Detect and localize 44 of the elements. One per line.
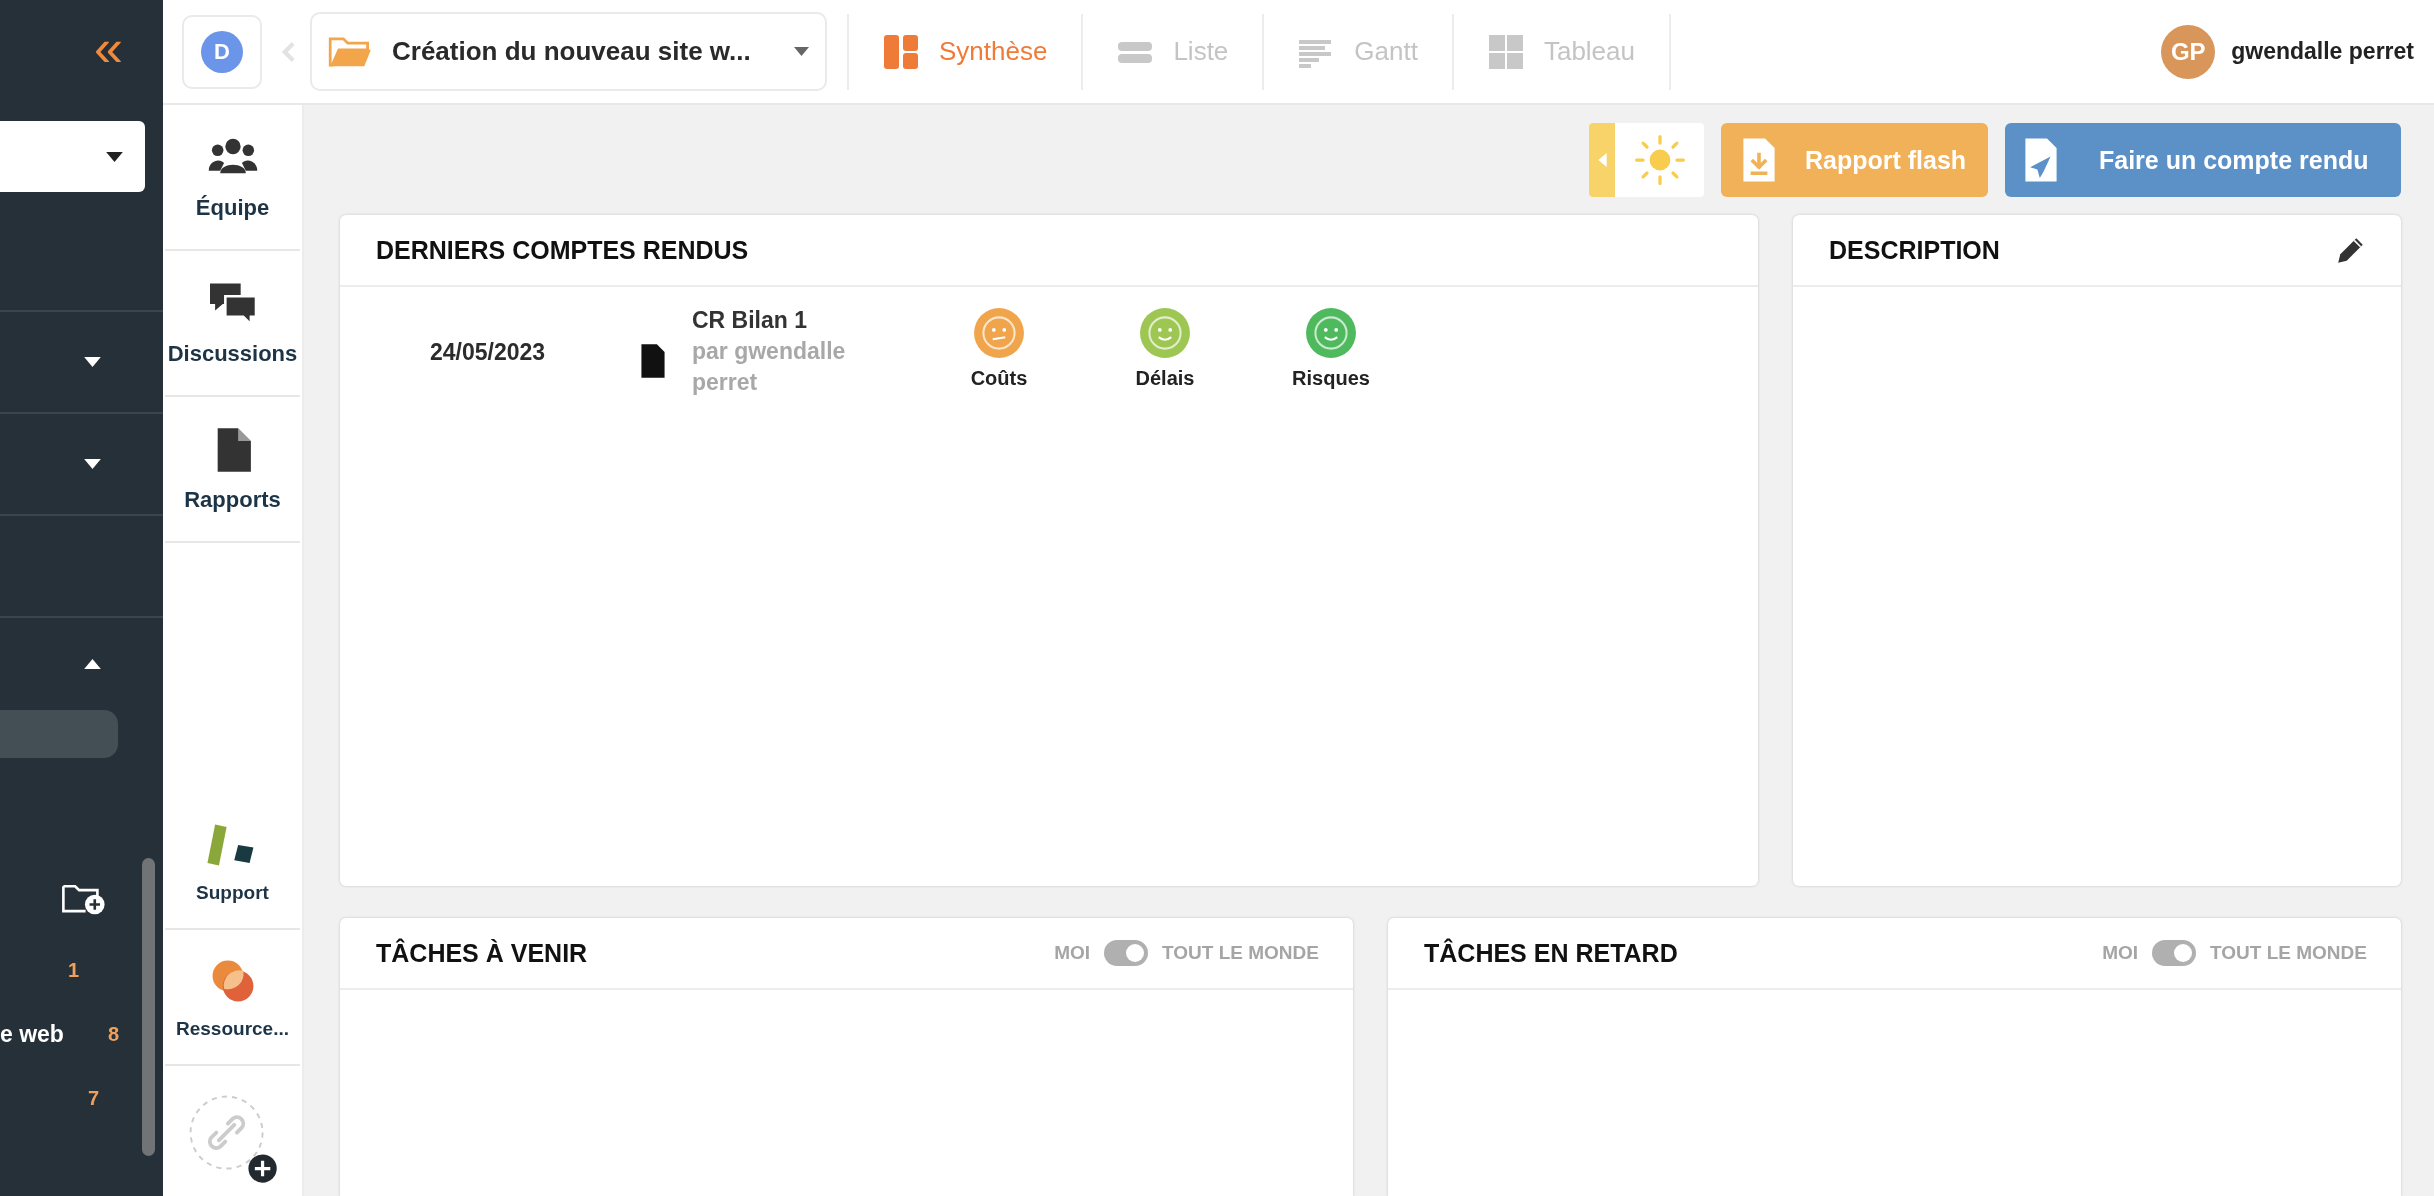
filter-dropdown[interactable] [0, 121, 145, 192]
card-title: DERNIERS COMPTES RENDUS [376, 235, 750, 265]
nav-item[interactable]: Discussions [165, 251, 300, 397]
caret-left-icon [1597, 153, 1607, 167]
task-count: 7 [88, 1086, 101, 1110]
send-document-icon [2023, 136, 2059, 184]
caret-down-icon [106, 151, 123, 162]
task-count: 1 [68, 958, 81, 982]
grid-icon [883, 33, 919, 70]
document-icon [640, 343, 666, 379]
nav-item[interactable]: Support [165, 794, 300, 930]
caret-down-icon [794, 47, 809, 56]
nav-item[interactable]: Équipe [165, 105, 300, 251]
toggle-label: MOI [2102, 942, 2139, 964]
grid-icon [1487, 33, 1524, 70]
card-title: TÂCHES EN RETARD [1424, 938, 1678, 968]
card-title: TÂCHES À VENIR [376, 938, 588, 968]
toggle-label: TOUT LE MONDE [2210, 942, 2367, 964]
sun-icon [1633, 134, 1686, 186]
user-name[interactable]: gwendalle perret [2231, 38, 2414, 65]
task-count: 8 [108, 1022, 121, 1046]
project-name[interactable]: e web [0, 1020, 64, 1048]
toggle-label: MOI [1054, 942, 1091, 964]
nav-item[interactable]: Rapports [165, 397, 300, 543]
indicator-label: Coûts [970, 367, 1028, 390]
report-name[interactable]: CR Bilan 1 [692, 307, 916, 334]
indicator-label: Délais [1135, 367, 1195, 390]
chevron-left-icon[interactable] [282, 39, 296, 64]
add-link-button[interactable] [187, 1094, 278, 1184]
project-dropdown[interactable]: Création du nouveau site w... [310, 12, 827, 91]
download-document-icon [1741, 136, 1777, 184]
nav-item[interactable]: Ressource... [165, 930, 300, 1066]
weather-toggle[interactable] [1589, 123, 1704, 197]
search-field[interactable] [0, 710, 118, 758]
collapse-sidebar-button[interactable]: « [94, 22, 123, 74]
toggle-label: TOUT LE MONDE [1162, 942, 1319, 964]
toggle-switch[interactable] [1104, 940, 1149, 966]
card-title: DESCRIPTION [1829, 235, 2001, 265]
toggle-switch[interactable] [2152, 940, 2197, 966]
report-author: par gwendalle perret [692, 337, 847, 397]
indicator-label: Risques [1292, 367, 1370, 390]
report-date: 24/05/2023 [430, 339, 547, 366]
scrollbar[interactable] [142, 858, 155, 1156]
folder-icon [328, 34, 372, 69]
